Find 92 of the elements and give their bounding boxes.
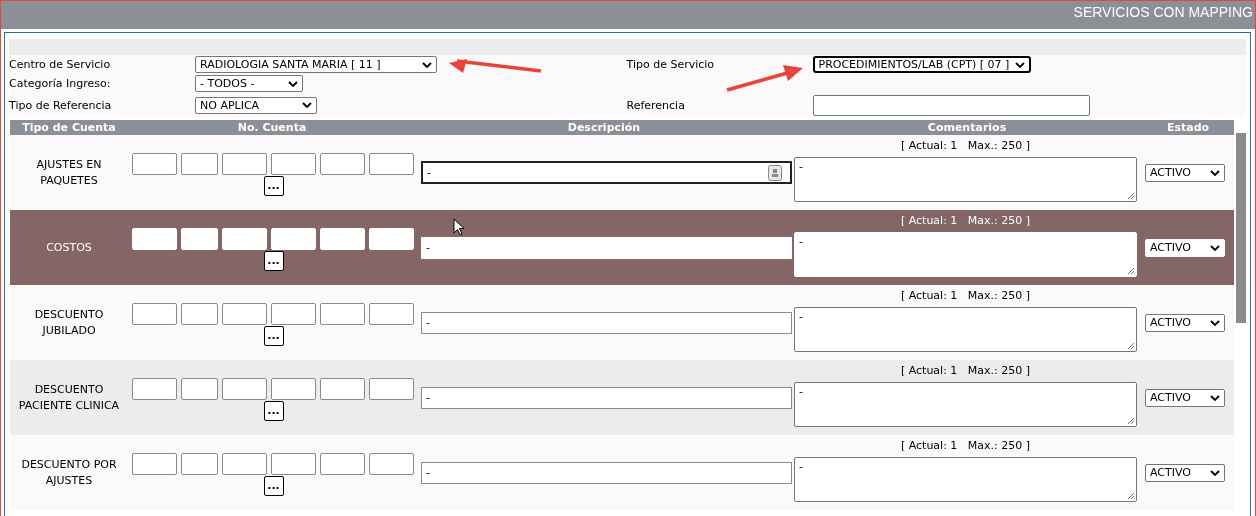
resize-grip-icon[interactable] [1127, 192, 1135, 200]
field-label: Tipo de Servicio [626, 58, 716, 71]
status-dropdown[interactable]: ACTIVO [1145, 388, 1225, 407]
comment-textarea[interactable]: - [794, 307, 1137, 352]
chevron-icon [1210, 169, 1220, 176]
resize-grip-icon[interactable] [1127, 492, 1135, 500]
table-row[interactable]: DESCUENTO POR AJUSTES ... - [ Actual: 1 Max.: 250 ] - ACTIVO [10, 435, 1234, 510]
chevron-icon [288, 80, 298, 87]
description-field[interactable]: - [421, 161, 792, 184]
account-number-field[interactable] [368, 453, 414, 475]
account-type: COSTOS [46, 239, 92, 256]
description-field[interactable]: - [421, 386, 792, 409]
dropdown[interactable]: RADIOLOGIA SANTA MARIA [ 11 ] [195, 56, 437, 73]
account-number-field[interactable] [131, 153, 177, 175]
character-counter: [ Actual: 1 Max.: 250 ] [899, 139, 1032, 152]
account-number-field[interactable] [319, 303, 365, 325]
chevron-icon [1210, 469, 1220, 476]
chevron-icon [302, 102, 312, 108]
table-row[interactable]: DESCUENTO PACIENTE CLINICA ... - [ Actual: 1 Max.: 250 ] - ACTIVO [10, 360, 1234, 435]
chevron-icon [1015, 61, 1026, 68]
account-number-field[interactable] [180, 303, 218, 325]
column-header: Estado [1165, 121, 1211, 134]
dropdown[interactable]: PROCEDIMIENTOS/LAB (CPT) [ 07 ] [812, 56, 1032, 73]
description-field[interactable]: - [421, 461, 792, 484]
dropdown[interactable]: - TODOS - [195, 75, 303, 92]
comment-textarea[interactable]: - [794, 232, 1137, 277]
chevron-icon [1210, 394, 1220, 401]
character-counter: [ Actual: 1 Max.: 250 ] [899, 289, 1032, 302]
description-field[interactable]: - [421, 311, 792, 334]
account-number-field[interactable] [368, 153, 414, 175]
account-number-field[interactable] [319, 153, 365, 175]
comment-textarea[interactable]: - [794, 382, 1137, 427]
character-counter: [ Actual: 1 Max.: 250 ] [899, 364, 1032, 377]
account-number-field[interactable] [221, 153, 267, 175]
account-type: DESCUENTO POR AJUSTES [20, 456, 118, 489]
account-number-field[interactable] [270, 453, 316, 475]
account-type: AJUSTES EN PAQUETES [35, 156, 103, 189]
character-counter: [ Actual: 1 Max.: 250 ] [899, 214, 1032, 227]
account-number-field[interactable] [221, 303, 267, 325]
chevron-icon [422, 61, 432, 68]
lookup-button[interactable]: ... [263, 476, 284, 496]
table-row[interactable]: DESCUENTO JUBILADO ... - [ Actual: 1 Max.: 250 ] - ACTIVO [10, 285, 1234, 360]
account-number-field[interactable] [131, 303, 177, 325]
comment-textarea[interactable]: - [794, 457, 1137, 502]
account-type: DESCUENTO JUBILADO [33, 306, 105, 339]
resize-grip-icon[interactable] [1127, 417, 1135, 425]
resize-grip-icon[interactable] [1127, 342, 1135, 350]
page-title: SERVICIOS CON MAPPING [1073, 4, 1253, 20]
scrollbar[interactable] [1236, 133, 1246, 323]
account-number-field[interactable] [270, 303, 316, 325]
character-counter: [ Actual: 1 Max.: 250 ] [899, 439, 1032, 452]
account-number-field[interactable] [319, 378, 365, 400]
lookup-button[interactable]: ... [263, 176, 284, 196]
column-header: Comentarios [926, 121, 1008, 134]
resize-grip-icon[interactable] [1127, 267, 1135, 275]
account-number-field[interactable] [180, 153, 218, 175]
lookup-button[interactable]: ... [263, 326, 284, 346]
chevron-icon [1210, 319, 1220, 326]
account-number-field[interactable] [180, 453, 218, 475]
column-header: Tipo de Cuenta [21, 121, 117, 134]
account-number-field[interactable] [270, 378, 316, 400]
lookup-button[interactable]: ... [263, 251, 284, 271]
account-number-field[interactable] [368, 378, 414, 400]
lookup-button[interactable]: ... [263, 401, 284, 421]
account-number-field[interactable] [131, 453, 177, 475]
mouse-cursor-icon [453, 218, 465, 236]
account-type: DESCUENTO PACIENTE CLINICA [17, 381, 121, 414]
account-number-field[interactable] [368, 303, 414, 325]
account-number-field[interactable] [131, 378, 177, 400]
chevron-icon [1210, 244, 1220, 251]
account-number-field[interactable] [221, 378, 267, 400]
input-field[interactable] [812, 94, 1090, 116]
field-label: Referencia [626, 98, 686, 112]
dropdown[interactable]: NO APLICA [195, 96, 317, 114]
autofill-icon[interactable] [768, 164, 782, 181]
status-dropdown[interactable]: ACTIVO [1145, 313, 1225, 332]
table-row[interactable]: AJUSTES EN PAQUETES ... - [ Actual: 1 Max.: 250 ] - ACTIVO [10, 135, 1234, 210]
field-label: Tipo de Referencia [9, 98, 113, 112]
status-dropdown[interactable]: ACTIVO [1145, 238, 1225, 257]
comment-textarea[interactable]: - [794, 157, 1137, 202]
status-dropdown[interactable]: ACTIVO [1145, 163, 1225, 182]
status-dropdown[interactable]: ACTIVO [1145, 463, 1225, 482]
column-header: No. Cuenta [236, 121, 308, 134]
description-field[interactable]: - [421, 236, 792, 259]
account-number-field[interactable] [180, 378, 218, 400]
field-label: Centro de Servicio [9, 58, 112, 71]
table-row[interactable]: COSTOS ... - [ Actual: 1 Max.: 250 ] - ACTIVO [10, 210, 1234, 285]
field-label: Categoría Ingreso: [9, 77, 112, 90]
account-number-field[interactable] [221, 453, 267, 475]
column-header: Descripción [566, 121, 642, 134]
account-number-field[interactable] [319, 453, 365, 475]
account-number-field[interactable] [270, 153, 316, 175]
